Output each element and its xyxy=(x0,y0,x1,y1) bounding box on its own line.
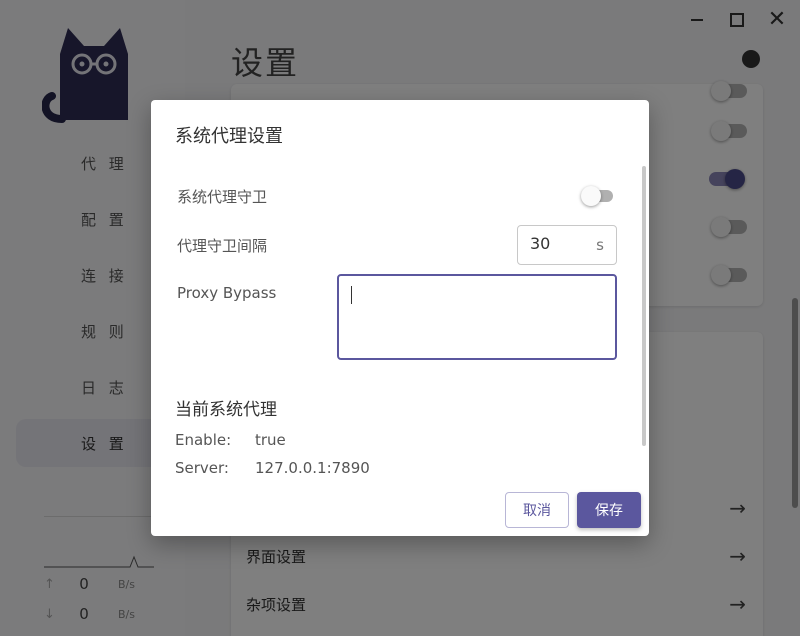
guard-interval-input[interactable] xyxy=(530,234,580,253)
guard-interval-unit: s xyxy=(596,236,604,254)
system-proxy-dialog: 系统代理设置 系统代理守卫 代理守卫间隔 s Proxy Bypass 当前系统… xyxy=(151,100,649,536)
server-key: Server: xyxy=(175,459,229,477)
save-button[interactable]: 保存 xyxy=(577,492,641,528)
guard-interval-label: 代理守卫间隔 xyxy=(177,237,268,255)
proxy-guard-switch[interactable] xyxy=(581,186,613,206)
proxy-bypass-field[interactable] xyxy=(337,274,617,360)
current-proxy-title: 当前系统代理 xyxy=(175,400,277,420)
proxy-bypass-label: Proxy Bypass xyxy=(177,284,277,302)
guard-interval-field[interactable]: s xyxy=(517,225,617,265)
server-value: 127.0.0.1:7890 xyxy=(255,459,370,477)
proxy-bypass-input[interactable] xyxy=(349,284,604,350)
dialog-scrollbar[interactable] xyxy=(642,166,646,446)
cancel-button[interactable]: 取消 xyxy=(505,492,569,528)
dialog-title: 系统代理设置 xyxy=(175,126,283,147)
enable-key: Enable: xyxy=(175,431,232,449)
enable-value: true xyxy=(255,431,286,449)
proxy-guard-label: 系统代理守卫 xyxy=(177,188,268,206)
